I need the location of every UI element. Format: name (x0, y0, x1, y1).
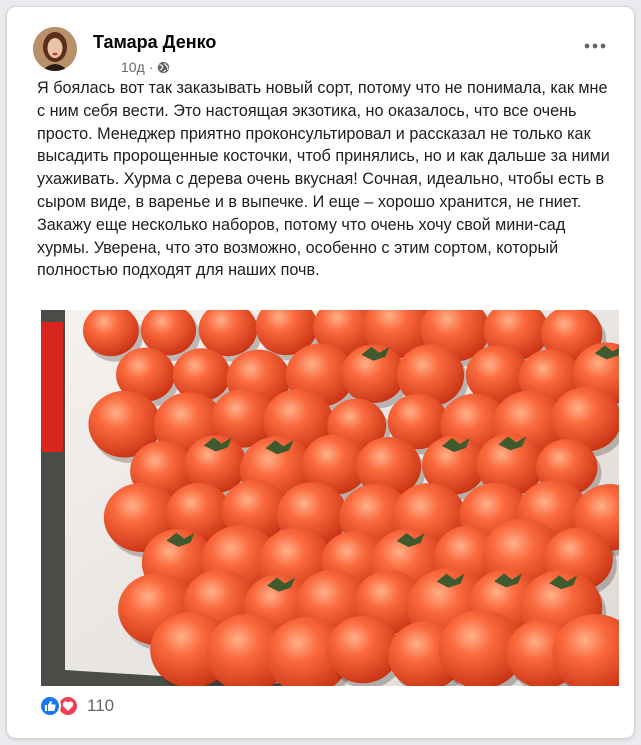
post-time[interactable]: 10д (121, 59, 145, 75)
author-name[interactable]: Тамара Денко (93, 32, 216, 53)
reactions-bar[interactable]: 110 (39, 695, 114, 717)
post-header: Тамара Денко 10д · (33, 27, 614, 77)
persimmons-image (41, 310, 619, 686)
post-card: Тамара Денко 10д · Я боялась вот так зак… (6, 6, 635, 739)
reaction-count: 110 (87, 696, 115, 715)
post-photo[interactable] (41, 310, 619, 686)
post-meta: 10д · (121, 59, 170, 75)
avatar[interactable] (33, 27, 77, 71)
persimmon (326, 616, 400, 684)
globe-icon (158, 61, 170, 73)
post-text: Я боялась вот так заказывать новый сорт,… (37, 79, 610, 280)
more-options-icon[interactable] (582, 39, 608, 53)
like-icon (39, 695, 61, 717)
